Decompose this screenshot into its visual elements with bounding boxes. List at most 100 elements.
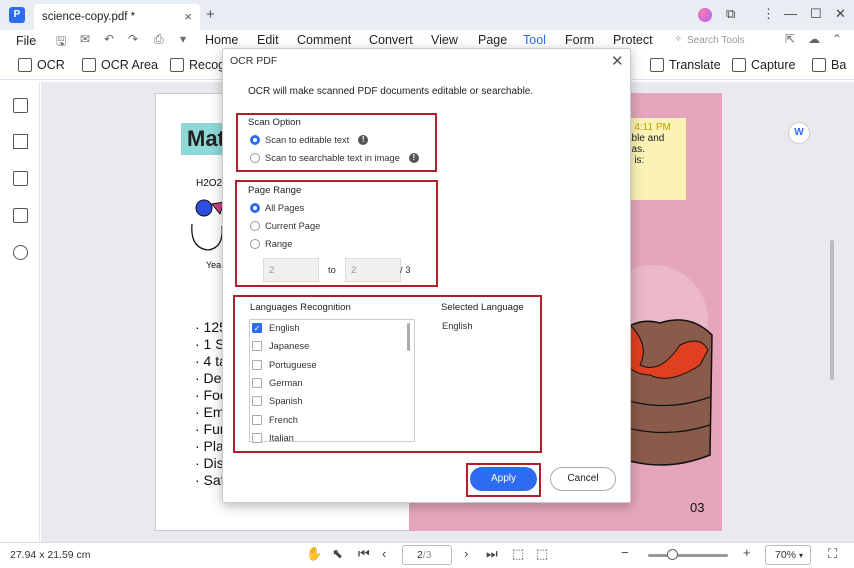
checkbox[interactable] <box>252 396 262 407</box>
left-sidebar <box>0 82 40 542</box>
radio-scan-searchable-control[interactable] <box>250 153 260 163</box>
zoom-slider-handle[interactable] <box>666 549 678 560</box>
batch-label: Ba <box>831 58 847 72</box>
radio-all-pages[interactable]: All Pages <box>250 203 304 213</box>
page-number-label: 03 <box>690 500 705 515</box>
batch-icon <box>812 58 826 72</box>
capture-button[interactable]: Capture <box>732 58 795 72</box>
next-page-icon[interactable]: › <box>464 546 468 561</box>
batch-button[interactable]: Ba <box>812 58 846 72</box>
radio-scan-editable[interactable]: Scan to editable text ! <box>250 135 369 145</box>
minimize-button[interactable]: — <box>784 6 797 21</box>
checkbox[interactable] <box>252 341 262 352</box>
radio-scan-editable-label: Scan to editable text <box>265 135 350 145</box>
vertical-scrollbar[interactable] <box>830 240 834 380</box>
menu-protect[interactable]: Protect <box>613 33 653 47</box>
print-icon[interactable]: ⎙ <box>154 32 164 47</box>
ocr-icon <box>18 58 32 72</box>
bookmark-icon[interactable] <box>13 134 28 149</box>
first-page-icon[interactable]: ⏮ <box>358 546 370 562</box>
translate-button[interactable]: Translate <box>650 58 721 72</box>
radio-scan-searchable[interactable]: Scan to searchable text in image ! <box>250 153 419 163</box>
restore-icon[interactable]: ⧉ <box>726 6 735 22</box>
document-tab[interactable]: science-copy.pdf * × <box>34 4 200 30</box>
last-page-icon[interactable]: ⏭ <box>486 546 498 562</box>
mail-icon[interactable]: ✉ <box>80 32 90 46</box>
menu-form[interactable]: Form <box>565 33 594 47</box>
languages-heading: Languages Recognition <box>250 302 351 313</box>
language-item-french[interactable]: French <box>252 414 298 425</box>
menu-edit[interactable]: Edit <box>257 33 279 47</box>
hand-tool-icon[interactable]: ✋ <box>306 546 322 562</box>
word-convert-icon[interactable]: W <box>788 122 810 144</box>
language-item-italian[interactable]: Italian <box>252 432 294 443</box>
checkbox[interactable] <box>252 359 262 370</box>
menu-view[interactable]: View <box>431 33 458 47</box>
apply-button[interactable]: Apply <box>470 467 537 491</box>
dialog-close-icon[interactable]: ✕ <box>611 52 624 70</box>
menu-home[interactable]: Home <box>205 33 238 47</box>
attachment-icon[interactable] <box>13 208 28 223</box>
page-dimensions: 27.94 x 21.59 cm <box>10 549 91 561</box>
radio-current-page-control[interactable] <box>250 221 260 231</box>
range-to-label: to <box>328 265 336 276</box>
search-tools-input[interactable]: Search Tools <box>687 35 745 46</box>
share-icon[interactable]: ⇱ <box>785 32 795 46</box>
undo-icon[interactable]: ↶ <box>104 32 114 46</box>
prev-page-icon[interactable]: ‹ <box>382 546 386 561</box>
range-to-input[interactable]: 2 <box>345 258 401 282</box>
checkbox[interactable] <box>252 414 262 425</box>
fullscreen-icon[interactable]: ⛶ <box>828 546 837 562</box>
zoom-slider[interactable] <box>648 554 728 557</box>
comment-icon[interactable] <box>13 171 28 186</box>
selected-language-value: English <box>442 321 473 331</box>
menu-tool[interactable]: Tool <box>523 33 546 47</box>
language-item-spanish[interactable]: Spanish <box>252 396 303 407</box>
zoom-in-icon[interactable]: + <box>743 545 751 560</box>
zoom-level-select[interactable]: 70% ▾ <box>765 545 811 565</box>
thumbnails-icon[interactable] <box>13 98 28 113</box>
cancel-button[interactable]: Cancel <box>550 467 616 491</box>
radio-current-page[interactable]: Current Page <box>250 221 320 231</box>
more-icon[interactable]: ⋮ <box>762 6 775 22</box>
language-list-scrollbar[interactable] <box>407 323 410 351</box>
radio-scan-editable-control[interactable] <box>250 135 260 145</box>
ocr-area-button[interactable]: OCR Area <box>82 58 158 72</box>
language-item-portuguese[interactable]: Portuguese <box>252 359 317 370</box>
redo-icon[interactable]: ↷ <box>128 32 138 46</box>
search-panel-icon[interactable] <box>13 245 28 260</box>
checkbox[interactable] <box>252 377 262 388</box>
menu-page[interactable]: Page <box>478 33 507 47</box>
ocr-button[interactable]: OCR <box>18 58 65 72</box>
radio-all-pages-control[interactable] <box>250 203 260 213</box>
checkbox[interactable]: ✓ <box>252 323 262 333</box>
fit-page-icon[interactable]: ⬚ <box>512 546 524 562</box>
save-icon[interactable]: 🖫 <box>56 32 66 53</box>
radio-range-control[interactable] <box>250 239 260 249</box>
menu-convert[interactable]: Convert <box>369 33 413 47</box>
menu-file[interactable]: File <box>16 34 36 48</box>
close-window-button[interactable]: ✕ <box>835 6 846 22</box>
range-from-input[interactable]: 2 <box>263 258 319 282</box>
language-item-english[interactable]: ✓ English <box>252 323 300 333</box>
language-item-japanese[interactable]: Japanese <box>252 341 309 352</box>
avatar[interactable] <box>698 8 712 22</box>
radio-range[interactable]: Range <box>250 239 292 249</box>
language-item-german[interactable]: German <box>252 377 303 388</box>
zoom-out-icon[interactable]: − <box>621 545 629 560</box>
select-tool-icon[interactable]: ⬉ <box>332 546 343 562</box>
info-icon[interactable]: ! <box>358 135 369 145</box>
page-number-input[interactable]: 2/3 <box>402 545 452 565</box>
cloud-icon[interactable]: ☁ <box>808 32 820 46</box>
info-icon[interactable]: ! <box>408 153 419 163</box>
collapse-icon[interactable]: ⌃ <box>832 32 842 46</box>
translate-label: Translate <box>669 58 721 72</box>
checkbox[interactable] <box>252 432 262 443</box>
fit-width-icon[interactable]: ⬚ <box>536 546 548 562</box>
chevron-down-icon: ▾ <box>798 551 803 560</box>
dropdown-icon[interactable]: ▾ <box>180 32 186 46</box>
new-tab-icon[interactable]: + <box>206 6 215 23</box>
maximize-button[interactable]: ☐ <box>810 6 822 22</box>
tab-close-icon[interactable]: × <box>184 9 192 24</box>
menu-comment[interactable]: Comment <box>297 33 351 47</box>
